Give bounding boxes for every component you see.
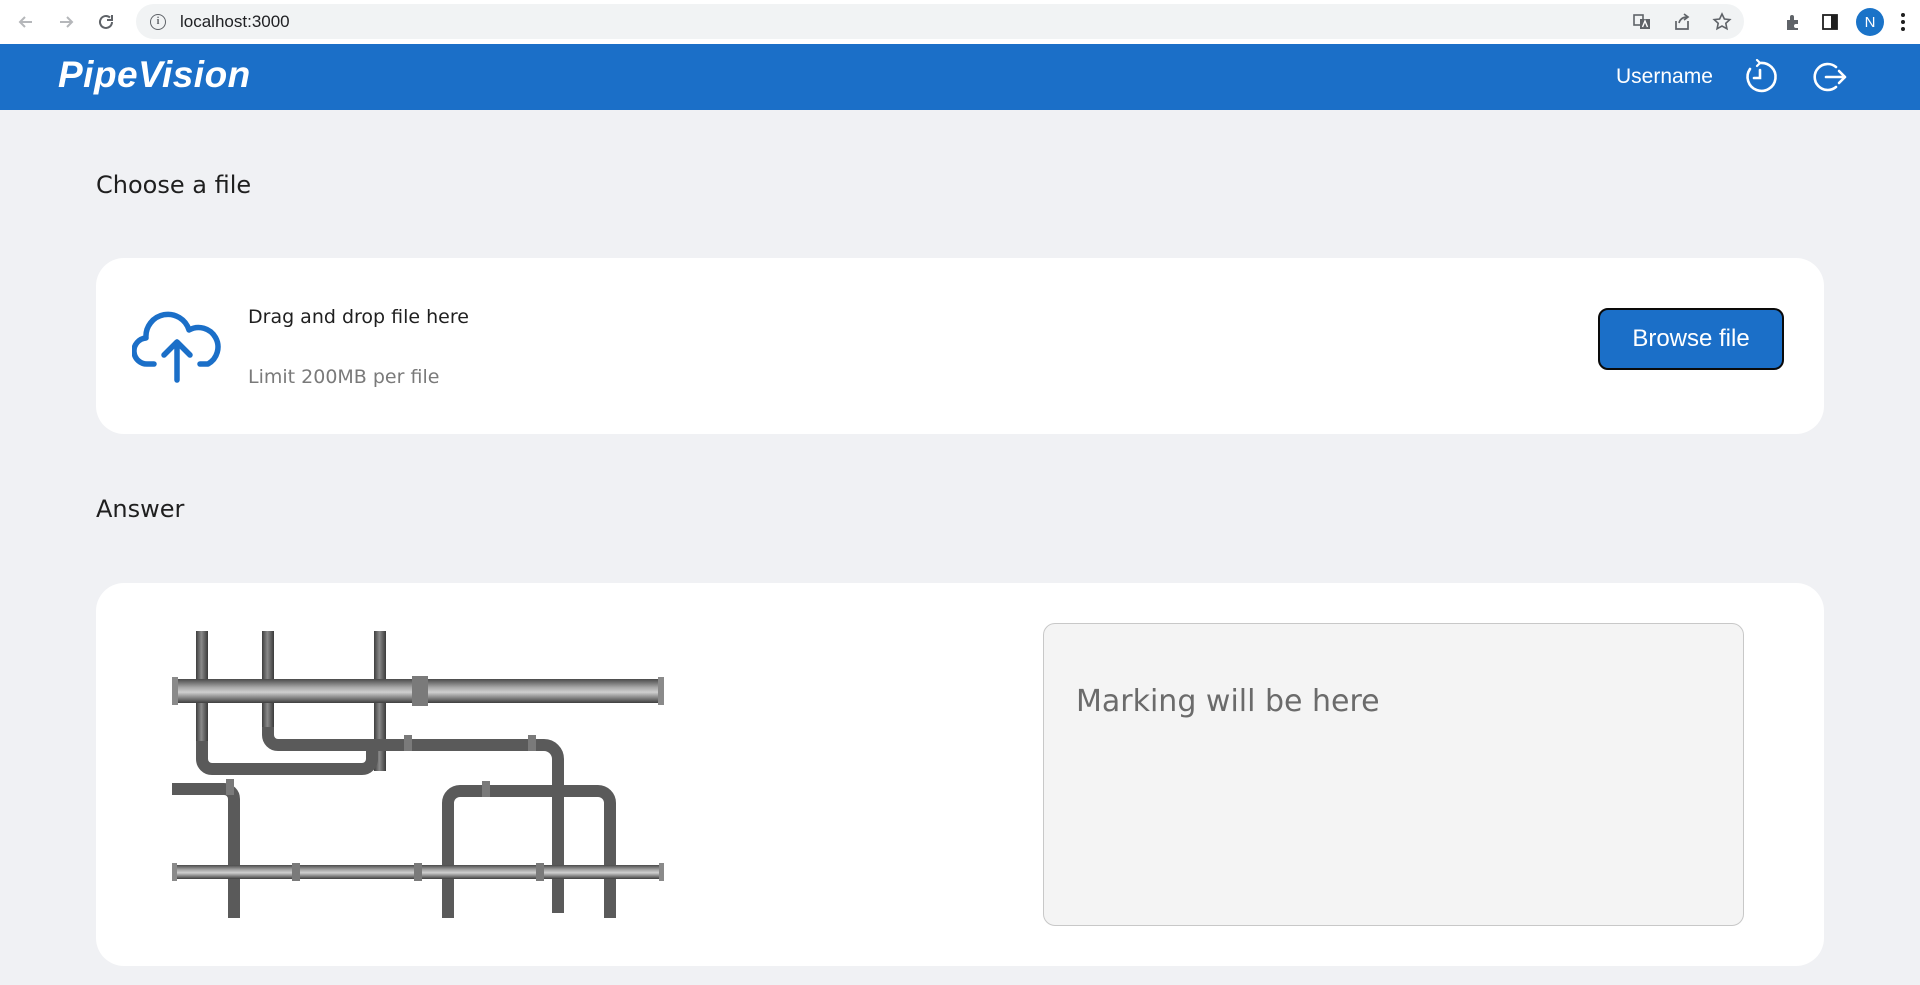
url-text[interactable]: localhost:3000 — [180, 12, 290, 32]
reload-button[interactable] — [86, 2, 126, 42]
app-header: PipeVision Username — [0, 44, 1920, 110]
pipes-illustration — [172, 631, 664, 918]
username-label[interactable]: Username — [1616, 65, 1713, 89]
back-button[interactable] — [6, 2, 46, 42]
extensions-icon[interactable] — [1784, 12, 1804, 32]
share-icon[interactable] — [1672, 12, 1692, 32]
drag-drop-label: Drag and drop file here — [248, 306, 469, 328]
marking-placeholder: Marking will be here — [1076, 684, 1380, 719]
browser-toolbar: i localhost:3000 N — [0, 0, 1920, 44]
forward-button[interactable] — [46, 2, 86, 42]
cloud-upload-icon — [132, 311, 221, 383]
choose-file-heading: Choose a file — [96, 171, 252, 199]
back-arrow-icon — [18, 16, 32, 28]
logout-icon[interactable] — [1812, 59, 1848, 95]
more-menu-icon[interactable] — [1900, 12, 1906, 32]
address-bar[interactable]: i localhost:3000 — [136, 4, 1744, 39]
translate-icon[interactable] — [1632, 12, 1652, 32]
bookmark-star-icon[interactable] — [1712, 11, 1732, 32]
site-info-icon[interactable]: i — [150, 13, 166, 30]
answer-card: Marking will be here — [96, 583, 1824, 966]
side-panel-icon[interactable] — [1820, 12, 1840, 32]
forward-arrow-icon — [60, 16, 74, 28]
file-limit-label: Limit 200MB per file — [248, 366, 440, 388]
upload-dropzone[interactable]: Drag and drop file here Limit 200MB per … — [96, 258, 1824, 434]
app-logo[interactable]: PipeVision — [58, 54, 251, 96]
answer-heading: Answer — [96, 495, 185, 523]
history-clock-icon[interactable] — [1742, 59, 1778, 95]
marking-output-box: Marking will be here — [1043, 623, 1744, 926]
browse-file-button[interactable]: Browse file — [1598, 308, 1784, 370]
reload-icon — [99, 14, 113, 29]
profile-avatar[interactable]: N — [1856, 8, 1884, 36]
